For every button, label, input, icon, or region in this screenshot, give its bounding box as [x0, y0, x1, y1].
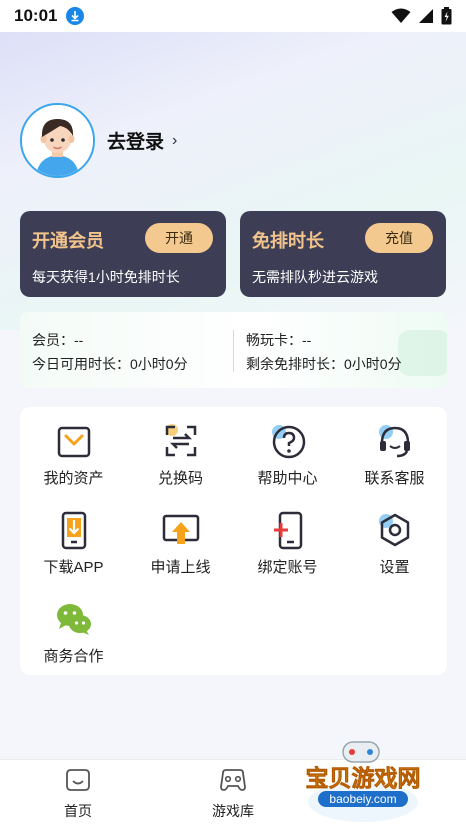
headset-icon	[378, 425, 410, 458]
grid-item-help-center[interactable]: 帮助中心	[234, 421, 341, 488]
grid-item-apply-launch[interactable]: 申请上线	[127, 510, 234, 577]
watermark-url: baobeiy.com	[329, 792, 396, 806]
info-divider	[233, 330, 234, 372]
grid-item-customer-service[interactable]: 联系客服	[341, 421, 448, 488]
help-icon	[271, 425, 305, 459]
time-card-desc: 无需排队秒进云游戏	[252, 269, 378, 285]
grid-label: 申请上线	[150, 559, 211, 576]
member-status: 会员：--	[32, 332, 84, 348]
grid-item-settings[interactable]: 设置	[341, 510, 448, 577]
grid-item-redeem-code[interactable]: 兑换码	[127, 421, 234, 488]
signal-icon	[419, 9, 433, 23]
upload-screen-icon	[162, 514, 199, 544]
grid-label: 下载APP	[43, 559, 104, 576]
phone-add-icon	[273, 511, 302, 550]
wechat-icon	[56, 604, 91, 635]
grid-label: 帮助中心	[257, 470, 318, 487]
vip-card-desc: 每天获得1小时免排时长	[32, 269, 180, 285]
login-label[interactable]: 去登录	[107, 127, 164, 154]
phone-download-icon	[61, 511, 86, 550]
open-vip-button[interactable]: 开通	[145, 223, 213, 253]
status-bar: 10:01	[0, 0, 466, 32]
home-smile-icon	[66, 769, 90, 791]
grid-label: 我的资产	[43, 470, 104, 487]
avatar[interactable]	[20, 103, 95, 178]
tab-label: 游戏库	[212, 803, 254, 819]
tab-home[interactable]: 首页	[38, 767, 118, 821]
wallet-icon	[57, 426, 90, 458]
info-left: 会员：-- 今日可用时长：0小时0分	[32, 328, 188, 376]
exchange-scan-icon	[165, 424, 196, 457]
grid-item-business[interactable]: 商务合作	[20, 599, 127, 666]
recharge-button[interactable]: 充值	[365, 223, 433, 253]
play-card-status: 畅玩卡：--	[246, 332, 312, 348]
grid-label: 商务合作	[43, 648, 104, 665]
status-icons	[391, 7, 452, 25]
gamepad-icon	[220, 769, 246, 791]
grid-label: 绑定账号	[257, 559, 318, 576]
wifi-icon	[391, 8, 411, 23]
vip-card[interactable]: 开通会员 每天获得1小时免排时长 开通	[20, 211, 226, 297]
grid-label: 兑换码	[157, 470, 203, 487]
grid-label: 设置	[379, 559, 410, 576]
grid-label: 联系客服	[364, 470, 425, 487]
info-right: 畅玩卡：-- 剩余免排时长：0小时0分	[246, 328, 402, 376]
today-available-time: 今日可用时长：0小时0分	[32, 356, 188, 372]
battery-icon	[441, 7, 452, 25]
grid-item-my-assets[interactable]: 我的资产	[20, 421, 127, 488]
watermark-logo: 宝贝游戏网 baobeiy.com	[305, 741, 421, 822]
login-row[interactable]: 去登录 ›	[20, 103, 177, 178]
decoration-graphic	[398, 330, 447, 376]
time-card[interactable]: 免排时长 无需排队秒进云游戏 充值	[240, 211, 446, 297]
remaining-time: 剩余免排时长：0小时0分	[246, 356, 402, 372]
grid-item-bind-account[interactable]: 绑定账号	[234, 510, 341, 577]
function-grid: 我的资产 兑换码 帮助中心 联系客服 下载APP 申请上线 绑定账号 设置 商务…	[20, 407, 447, 675]
chevron-right-icon: ›	[172, 131, 178, 149]
watermark-title: 宝贝游戏网	[306, 765, 421, 791]
account-info-panel: 会员：-- 今日可用时长：0小时0分 畅玩卡：-- 剩余免排时长：0小时0分	[20, 312, 447, 388]
status-time: 10:01	[14, 6, 58, 25]
grid-item-download-app[interactable]: 下载APP	[20, 510, 127, 577]
settings-icon	[378, 513, 409, 547]
tab-label: 首页	[64, 803, 92, 819]
tab-game-library[interactable]: 游戏库	[193, 767, 273, 821]
download-badge-icon	[66, 7, 85, 25]
